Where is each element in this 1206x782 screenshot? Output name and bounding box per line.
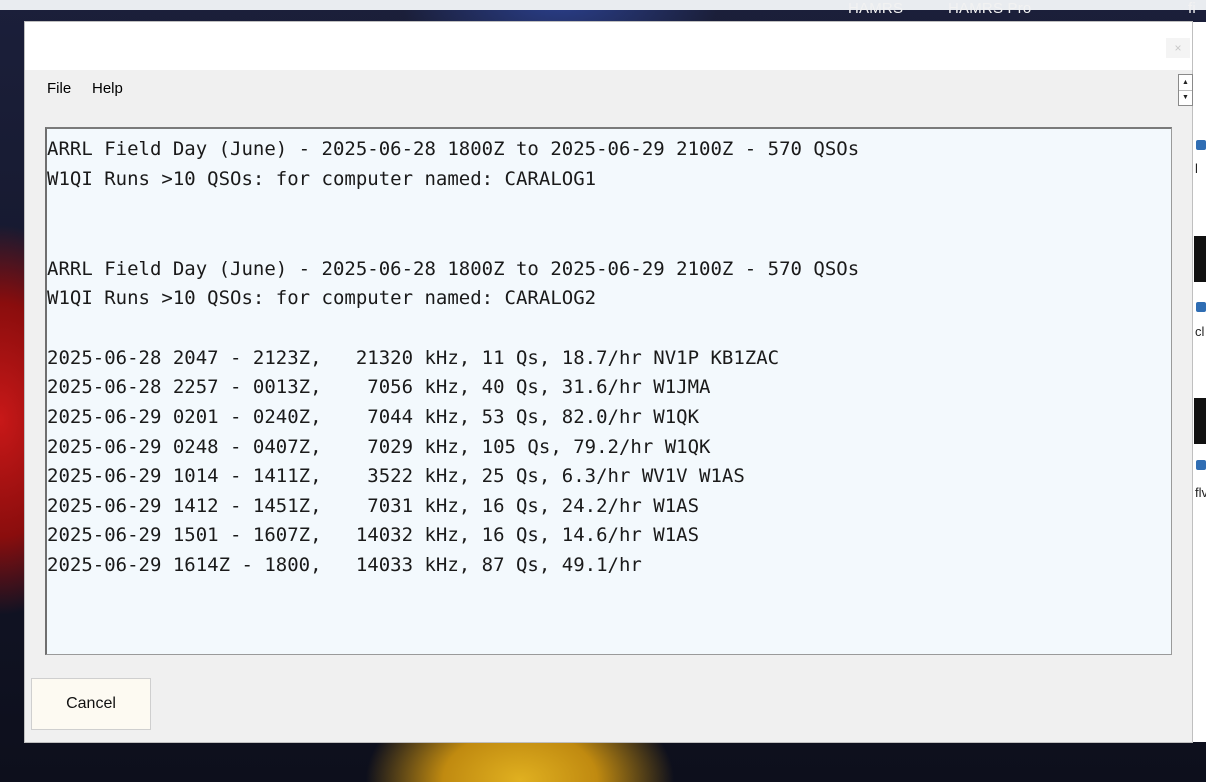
report-line: W1QI Runs >10 QSOs: for computer named: … bbox=[47, 287, 597, 309]
report-line: 2025-06-29 1412 - 1451Z, 7031 kHz, 16 Qs… bbox=[47, 495, 700, 517]
side-dark-block bbox=[1194, 398, 1206, 444]
report-line: 2025-06-29 0248 - 0407Z, 7029 kHz, 105 Q… bbox=[47, 436, 711, 458]
shortcut-arrow-icon bbox=[1196, 460, 1206, 470]
menu-help[interactable]: Help bbox=[92, 80, 123, 98]
desktop-side-panel bbox=[1192, 22, 1206, 742]
report-line: 2025-06-29 0201 - 0240Z, 7044 kHz, 53 Qs… bbox=[47, 406, 700, 428]
report-line: 2025-06-29 1501 - 1607Z, 14032 kHz, 16 Q… bbox=[47, 524, 700, 546]
report-line: 2025-06-29 1614Z - 1800, 14033 kHz, 87 Q… bbox=[47, 554, 642, 576]
report-line: 2025-06-28 2257 - 0013Z, 7056 kHz, 40 Qs… bbox=[47, 376, 711, 398]
cancel-button[interactable]: Cancel bbox=[31, 678, 151, 730]
chevron-up-icon[interactable]: ▲ bbox=[1179, 75, 1192, 91]
dialog-titlebar: × bbox=[25, 22, 1192, 70]
side-label: cl bbox=[1195, 324, 1205, 339]
report-text-area[interactable]: ARRL Field Day (June) - 2025-06-28 1800Z… bbox=[45, 127, 1172, 655]
taskbar-item-partial[interactable]: fi bbox=[1188, 0, 1196, 18]
menu-file[interactable]: File bbox=[47, 80, 71, 98]
close-icon[interactable]: × bbox=[1166, 38, 1190, 58]
menu-bar: File Help bbox=[25, 70, 1165, 110]
report-line: ARRL Field Day (June) - 2025-06-28 1800Z… bbox=[47, 138, 860, 160]
taskbar-item-hamrs[interactable]: HAMRS bbox=[848, 0, 903, 18]
side-label: flv bbox=[1195, 485, 1206, 500]
report-line: 2025-06-28 2047 - 2123Z, 21320 kHz, 11 Q… bbox=[47, 347, 780, 369]
scroll-spinner[interactable]: ▲ ▼ bbox=[1178, 74, 1193, 106]
shortcut-arrow-icon bbox=[1196, 302, 1206, 312]
side-label: l bbox=[1195, 161, 1198, 176]
taskbar-item-hamrs-pro[interactable]: HAMRS Pro bbox=[948, 0, 1031, 18]
report-line: W1QI Runs >10 QSOs: for computer named: … bbox=[47, 168, 597, 190]
shortcut-arrow-icon bbox=[1196, 140, 1206, 150]
chevron-down-icon[interactable]: ▼ bbox=[1179, 90, 1192, 105]
report-line: 2025-06-29 1014 - 1411Z, 3522 kHz, 25 Qs… bbox=[47, 465, 745, 487]
report-dialog: × File Help ▲ ▼ ARRL Field Day (June) - … bbox=[25, 22, 1193, 742]
side-dark-block bbox=[1194, 236, 1206, 282]
report-line: ARRL Field Day (June) - 2025-06-28 1800Z… bbox=[47, 258, 860, 280]
